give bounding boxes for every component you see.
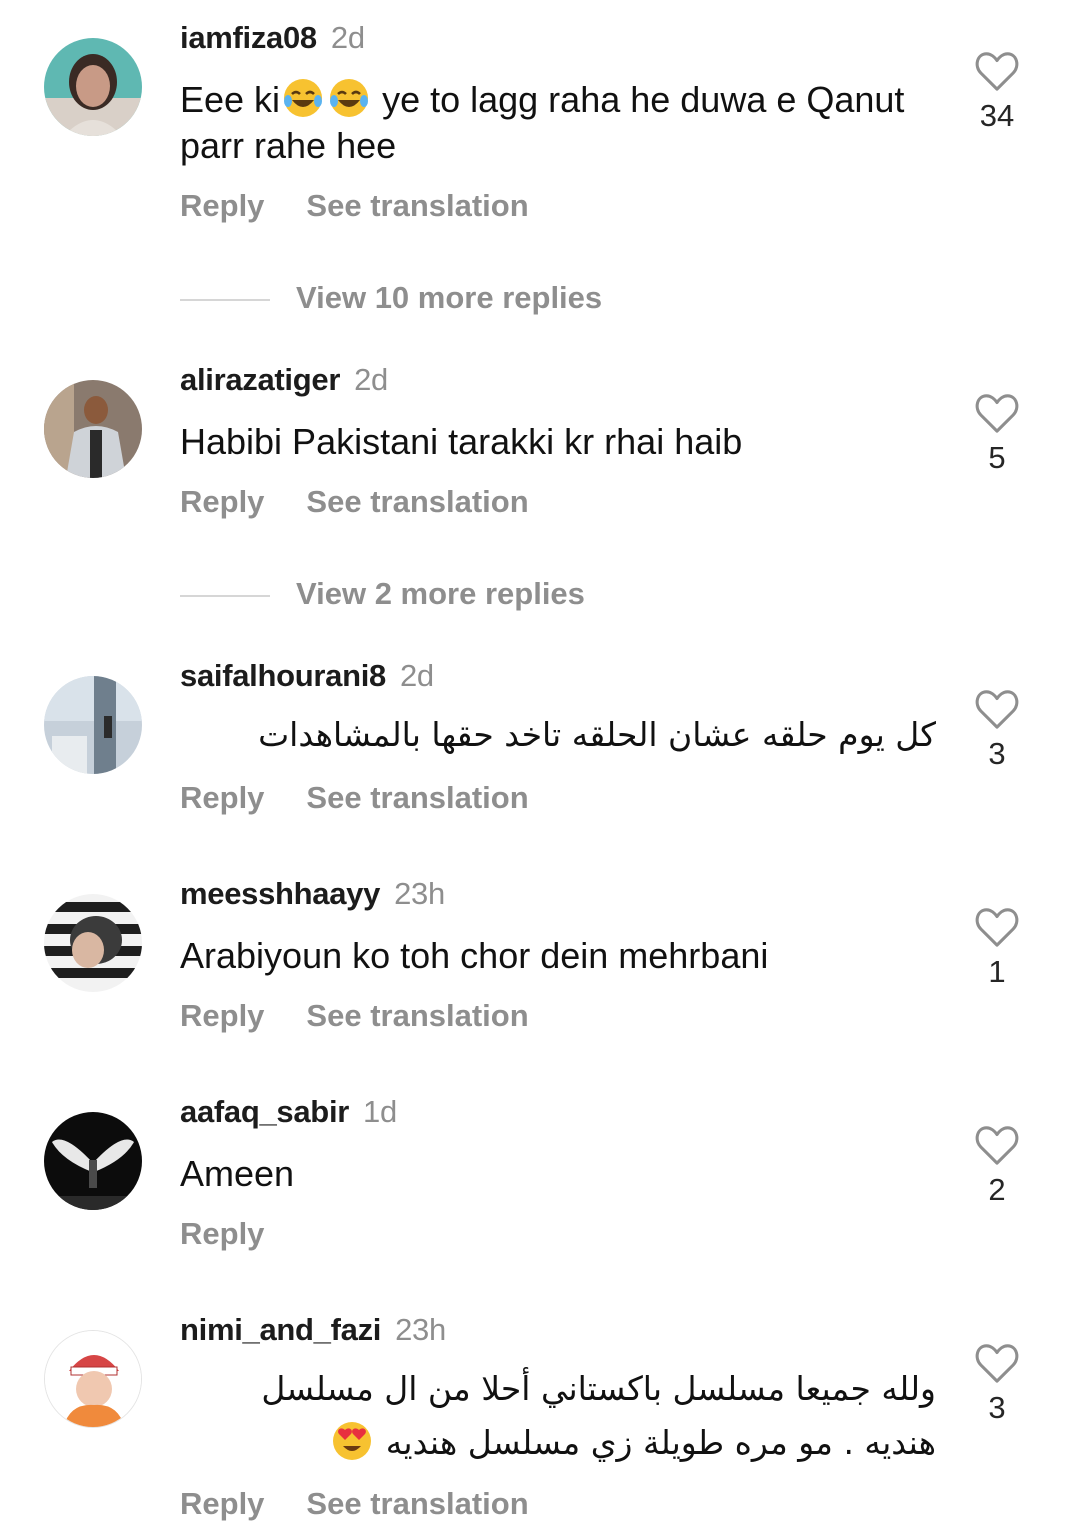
comment-actions: Reply See translation bbox=[180, 484, 529, 520]
heart-icon[interactable] bbox=[974, 688, 1020, 730]
like-count: 1 bbox=[988, 954, 1006, 989]
heart-icon[interactable] bbox=[974, 1124, 1020, 1166]
comment-text: كل يوم حلقه عشان الحلقه تاخد حقها بالمشا… bbox=[258, 715, 936, 754]
heart-eyes-emoji bbox=[333, 1422, 372, 1460]
reply-button[interactable]: Reply bbox=[180, 1486, 264, 1522]
reply-button[interactable]: Reply bbox=[180, 780, 264, 816]
comment-time: 23h bbox=[394, 876, 445, 911]
avatar[interactable] bbox=[44, 894, 142, 992]
like-count: 5 bbox=[988, 440, 1006, 475]
comment-actions: Reply See translation bbox=[180, 998, 529, 1034]
user-avatar-image bbox=[45, 1331, 141, 1427]
like-control: 1 bbox=[968, 906, 1026, 990]
divider-line bbox=[180, 595, 270, 597]
reply-button[interactable]: Reply bbox=[180, 484, 264, 520]
comment-username[interactable]: aafaq_sabir 1d bbox=[180, 1094, 397, 1130]
comment-time: 23h bbox=[395, 1312, 446, 1347]
reply-button[interactable]: Reply bbox=[180, 188, 264, 224]
comment-actions: Reply See translation bbox=[180, 1486, 529, 1522]
user-avatar-image bbox=[44, 894, 142, 992]
see-translation-button[interactable]: See translation bbox=[306, 998, 528, 1034]
avatar[interactable] bbox=[44, 380, 142, 478]
user-avatar-image bbox=[44, 38, 142, 136]
reply-button[interactable]: Reply bbox=[180, 998, 264, 1034]
username-text[interactable]: meesshhaayy bbox=[180, 876, 380, 911]
user-avatar-image bbox=[44, 676, 142, 774]
laughing-tears-emoji bbox=[284, 79, 323, 117]
comment-text-part: Eee ki bbox=[180, 79, 281, 120]
like-count: 2 bbox=[988, 1172, 1006, 1207]
comment-text: Habibi Pakistani tarakki kr rhai haib bbox=[180, 421, 743, 462]
like-count: 3 bbox=[988, 1390, 1006, 1425]
like-count: 3 bbox=[988, 736, 1006, 771]
comment-time: 2d bbox=[354, 362, 388, 397]
view-more-replies-label[interactable]: View 10 more replies bbox=[296, 280, 602, 316]
see-translation-button[interactable]: See translation bbox=[306, 1486, 528, 1522]
comment-text: Arabiyoun ko toh chor dein mehrbani bbox=[180, 935, 769, 976]
comment-username[interactable]: meesshhaayy 23h bbox=[180, 876, 445, 912]
user-avatar-image bbox=[44, 380, 142, 478]
username-text[interactable]: nimi_and_fazi bbox=[180, 1312, 381, 1347]
like-control: 5 bbox=[968, 392, 1026, 476]
comment-username[interactable]: nimi_and_fazi 23h bbox=[180, 1312, 446, 1348]
heart-icon[interactable] bbox=[974, 906, 1020, 948]
comment-time: 2d bbox=[399, 658, 434, 693]
divider-line bbox=[180, 299, 270, 301]
comment-username[interactable]: saifalhourani8 2d bbox=[180, 658, 434, 694]
comment-username[interactable]: alirazatiger 2d bbox=[180, 362, 388, 398]
heart-icon[interactable] bbox=[974, 50, 1020, 92]
avatar[interactable] bbox=[44, 1330, 142, 1428]
username-text[interactable]: saifalhourani8 bbox=[180, 658, 386, 693]
comment-text: Ameen bbox=[180, 1153, 295, 1194]
comment-username[interactable]: iamfiza08 2d bbox=[180, 20, 365, 56]
comment-actions: Reply See translation bbox=[180, 188, 529, 224]
avatar[interactable] bbox=[44, 38, 142, 136]
comment-time: 1d bbox=[363, 1094, 397, 1129]
username-text[interactable]: alirazatiger bbox=[180, 362, 340, 397]
comment-text: Eee ki ye to lagg raha he duwa e Qanut p… bbox=[180, 77, 936, 169]
heart-icon[interactable] bbox=[974, 1342, 1020, 1384]
like-control: 3 bbox=[968, 688, 1026, 772]
comment-actions: Reply See translation bbox=[180, 780, 529, 816]
laughing-tears-emoji bbox=[330, 79, 369, 117]
comment-time: 2d bbox=[330, 20, 365, 55]
username-text[interactable]: iamfiza08 bbox=[180, 20, 317, 55]
reply-button[interactable]: Reply bbox=[180, 1216, 264, 1252]
like-control: 34 bbox=[968, 50, 1026, 134]
see-translation-button[interactable]: See translation bbox=[306, 484, 528, 520]
heart-icon[interactable] bbox=[974, 392, 1020, 434]
see-translation-button[interactable]: See translation bbox=[306, 188, 528, 224]
like-control: 3 bbox=[968, 1342, 1026, 1426]
like-control: 2 bbox=[968, 1124, 1026, 1208]
comment-actions: Reply bbox=[180, 1216, 264, 1252]
comment-text: ولله جميعا مسلسل باكستاني أحلا من ال مسل… bbox=[180, 1362, 936, 1470]
avatar[interactable] bbox=[44, 676, 142, 774]
view-more-replies-label[interactable]: View 2 more replies bbox=[296, 576, 585, 612]
username-text[interactable]: aafaq_sabir bbox=[180, 1094, 349, 1129]
see-translation-button[interactable]: See translation bbox=[306, 780, 528, 816]
like-count: 34 bbox=[979, 98, 1015, 133]
user-avatar-image bbox=[44, 1112, 142, 1210]
avatar[interactable] bbox=[44, 1112, 142, 1210]
